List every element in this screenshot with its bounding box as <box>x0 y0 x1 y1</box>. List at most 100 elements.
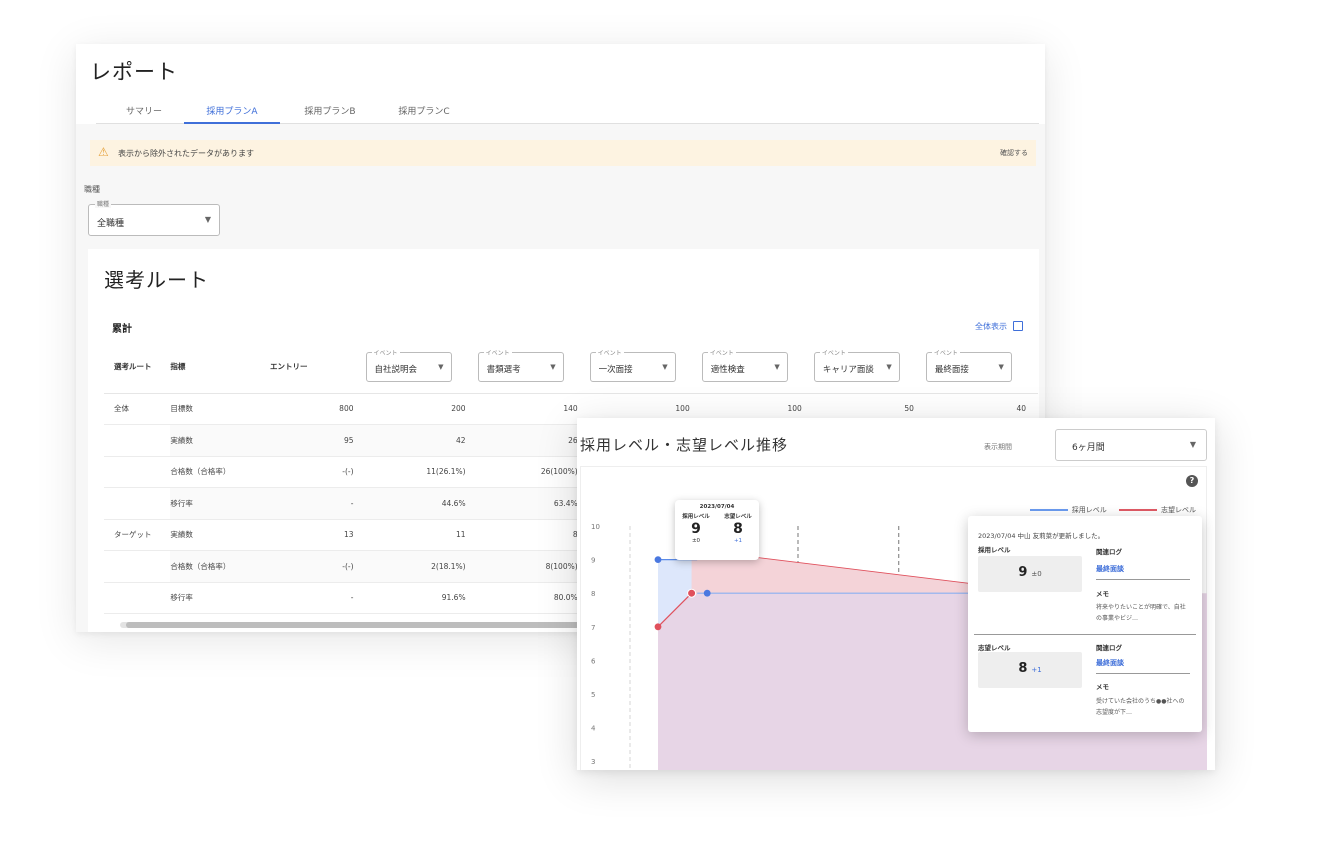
event-select-4[interactable]: イベント 適性検査 ▼ <box>701 347 788 382</box>
event-select-3[interactable]: イベント一次面接 ▼ <box>589 347 676 382</box>
hire-level-label: 採用レベル <box>978 546 1011 554</box>
event-value: 最終面接 <box>934 364 969 375</box>
cell-value: 8(100%) <box>477 550 590 583</box>
report-header: レポート サマリー 採用プランA 採用プランB 採用プランC <box>76 44 1045 124</box>
event-value: キャリア面談 <box>822 364 874 375</box>
chevron-down-icon: ▼ <box>1189 440 1196 449</box>
aspire-level-value: 8 <box>1018 661 1028 676</box>
aspire-level-delta: +1 <box>1031 666 1042 674</box>
cell-metric: 実績数 <box>170 519 271 551</box>
cell-route <box>104 550 171 583</box>
warning-icon: ⚠ <box>98 145 109 159</box>
cell-value: -(-) <box>270 456 366 488</box>
cell-value: 26(100%) <box>477 456 590 488</box>
point-hire <box>654 556 662 563</box>
hire-memo-text: 将来やりたいことが明確で、自社の事業やビジ… <box>1096 604 1186 622</box>
y-tick-label: 10 <box>591 523 600 531</box>
y-tick-label: 3 <box>591 758 595 766</box>
event-value: 書類選考 <box>486 364 521 375</box>
cell-value: - <box>270 582 366 614</box>
y-tick-label: 5 <box>591 691 595 699</box>
section-title: 選考ルート <box>104 268 209 292</box>
cell-value: - <box>270 487 366 520</box>
external-link-icon <box>1013 321 1023 331</box>
col-header-metric: 指標 <box>170 341 271 394</box>
aspire-memo-label: メモ <box>1096 683 1109 691</box>
cell-route: ターゲット <box>104 519 171 551</box>
warning-text: 表示から除外されたデータがあります <box>118 149 254 158</box>
y-tick-label: 9 <box>591 557 595 565</box>
chevron-down-icon: ▼ <box>998 362 1004 371</box>
tab-plan-c[interactable]: 採用プランC <box>376 104 472 124</box>
full-view-label: 全体表示 <box>975 322 1007 331</box>
event-value: 一次面接 <box>598 364 633 375</box>
tooltip-hire-label: 採用レベル <box>682 514 710 520</box>
aspire-level-box: 8 +1 <box>978 652 1082 688</box>
cell-value: 11(26.1%) <box>365 456 478 488</box>
cell-metric: 目標数 <box>170 393 271 425</box>
job-type-field-label: 職種 <box>95 199 112 208</box>
col-header-entry: エントリー <box>270 341 366 394</box>
event-label: イベント <box>707 347 736 357</box>
chevron-down-icon: ▼ <box>662 362 668 371</box>
cell-value: 11 <box>365 519 478 551</box>
cell-metric: 移行率 <box>170 487 271 520</box>
chevron-down-icon: ▼ <box>886 362 892 371</box>
event-label: イベント <box>483 347 512 357</box>
point-aspire <box>687 588 697 598</box>
page-title: レポート <box>90 60 178 84</box>
cell-route: 全体 <box>104 393 171 425</box>
tooltip-hire-value: 9 <box>691 521 701 537</box>
cell-value: 140 <box>477 393 590 425</box>
tab-plan-b[interactable]: 採用プランB <box>282 104 378 124</box>
cell-value: 80.0% <box>477 582 590 614</box>
full-view-link[interactable]: 全体表示 <box>975 321 1023 332</box>
aspire-memo-text: 受けていた会社のうち●●社への志望度が下… <box>1096 698 1185 716</box>
period-value: 6ヶ月間 <box>1072 443 1105 453</box>
cell-value: 63.4% <box>477 487 590 520</box>
cell-route <box>104 582 171 614</box>
divider <box>1096 673 1190 674</box>
hire-level-value: 9 <box>1018 565 1028 580</box>
table-header-row: 選考ルート 指標 エントリー イベント 自社説明会 ▼ イベント 書類選考 ▼ イベント… <box>104 341 1038 394</box>
trend-title: 採用レベル・志望レベル推移 <box>580 436 789 454</box>
col-header-event: イベント 適性検査 ▼ <box>701 341 814 394</box>
hire-log-link[interactable]: 最終面談 <box>1096 564 1124 574</box>
event-select-5[interactable]: イベント キャリア面談 ▼ <box>813 347 900 382</box>
cell-metric: 合格数（合格率） <box>170 456 271 488</box>
cumulative-title: 累計 <box>112 324 132 335</box>
tab-summary[interactable]: サマリー <box>96 104 192 124</box>
event-select-1[interactable]: イベント 自社説明会 ▼ <box>365 347 452 382</box>
trend-window: 採用レベル・志望レベル推移 表示期間 6ヶ月間 ▼ ? 採用レベル 志望レベル … <box>577 418 1215 770</box>
event-select-6[interactable]: イベント最終面接 ▼ <box>925 347 1012 382</box>
cell-value: 26 <box>477 424 590 457</box>
confirm-link[interactable]: 確認する <box>1000 148 1028 158</box>
job-type-value: 全職種 <box>97 219 125 229</box>
hire-memo-label: メモ <box>1096 590 1109 598</box>
tab-plan-a[interactable]: 採用プランA <box>184 104 280 124</box>
event-select-2[interactable]: イベント書類選考 ▼ <box>477 347 564 382</box>
point-hire <box>703 589 711 597</box>
event-label: イベント <box>931 347 960 357</box>
event-label: イベント <box>371 347 400 357</box>
divider <box>974 634 1196 635</box>
job-type-select[interactable]: 職種 全職種 ▼ <box>88 199 220 236</box>
cell-value: -(-) <box>270 550 366 583</box>
point-tooltip: 2023/07/04 採用レベル 9 ±0 志望レベル 8 +1 <box>675 500 759 560</box>
cell-value: 44.6% <box>365 487 478 520</box>
aspire-log-link[interactable]: 最終面談 <box>1096 658 1124 668</box>
y-tick-label: 6 <box>591 657 596 665</box>
cell-metric: 移行率 <box>170 582 271 614</box>
y-tick-label: 7 <box>591 624 595 632</box>
chevron-down-icon: ▼ <box>550 362 556 371</box>
col-header-event: イベント一次面接 ▼ <box>589 341 702 394</box>
cell-route <box>104 424 171 457</box>
cell-route <box>104 487 171 520</box>
period-select[interactable]: 6ヶ月間 ▼ <box>1055 429 1207 461</box>
chevron-down-icon: ▼ <box>204 215 211 224</box>
chevron-down-icon: ▼ <box>438 362 444 371</box>
event-label: イベント <box>595 347 624 357</box>
cell-metric: 実績数 <box>170 424 271 457</box>
scrollbar-thumb[interactable] <box>126 622 596 628</box>
cell-value: 13 <box>270 519 366 551</box>
